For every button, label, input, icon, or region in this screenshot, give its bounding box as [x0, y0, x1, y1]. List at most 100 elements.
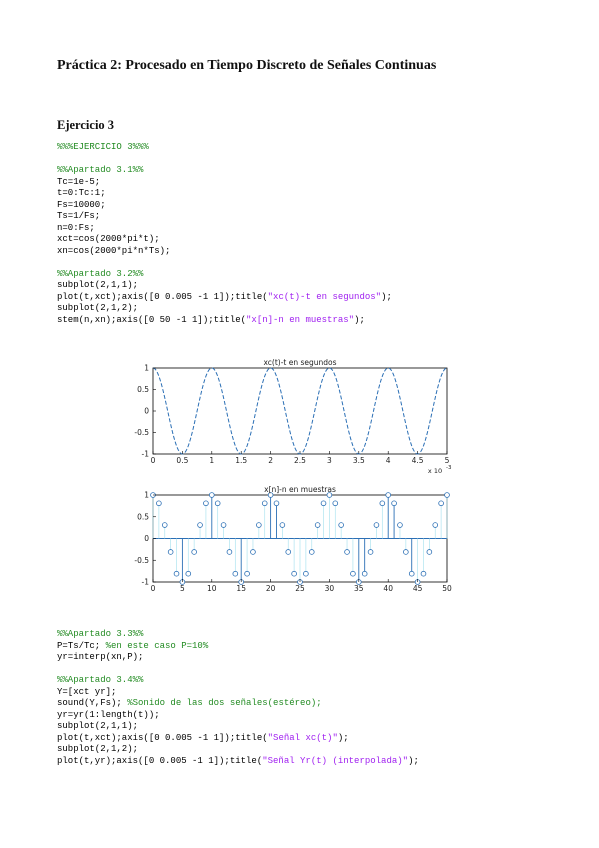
code-text: );: [354, 314, 365, 325]
code-line: subplot(2,1,2);: [57, 744, 419, 756]
document-title: Práctica 2: Procesado en Tiempo Discreto…: [57, 58, 437, 73]
stem-marker: [432, 522, 439, 528]
stem-marker: [426, 549, 433, 555]
y-tick-label: 1: [144, 364, 149, 373]
x-tick-label: 1: [209, 456, 214, 465]
code-text: sound(Y,Fs);: [57, 698, 128, 708]
stem-marker: [273, 500, 280, 507]
figure-svg: 0 0.5 1 1.5 2 2.5 3 3.5 4 4.5 5 1 0.5 0 -0.5 -1 xc(t)-t …: [134, 358, 452, 593]
x-tick-label: 35: [354, 584, 364, 593]
y-tick-label: -0.5: [134, 428, 149, 437]
stem-marker: [420, 570, 427, 577]
code-line: plot(t,xct);axis([0 0.005 -1 1]);title("…: [57, 733, 419, 745]
code-line: P=Ts/Tc; %en este caso P=10%: [57, 641, 419, 653]
stem-marker: [161, 522, 168, 528]
x-tick-label: 2.5: [294, 456, 306, 465]
code-string: "x[n]-n en muestras": [246, 314, 355, 325]
code-line: Tc=1e-5;: [57, 177, 392, 189]
y-tick-label: -1: [142, 450, 150, 459]
stem-marker: [173, 570, 180, 577]
stem-marker: [279, 522, 286, 528]
x-tick-label: 30: [325, 584, 335, 593]
code-line: %%Apartado 3.2%%: [57, 269, 392, 281]
stem-marker: [332, 500, 339, 507]
y-tick-label: 0: [144, 534, 149, 543]
stem-marker: [209, 492, 215, 498]
code-line: Ts=1/Fs;: [57, 211, 392, 223]
code-line: subplot(2,1,1);: [57, 280, 392, 292]
stem-marker: [250, 549, 256, 555]
x-tick-label: 4.5: [412, 456, 424, 465]
y-tick-label: -1: [142, 578, 150, 587]
plot-title: xc(t)-t en segundos: [263, 358, 336, 367]
code-text: yr=yr(1:length(t));: [57, 709, 160, 720]
code-text: xct=cos(2000*pi*t);: [57, 234, 160, 244]
code-text: Y=[xct yr];: [57, 686, 117, 697]
stem-marker: [438, 500, 444, 507]
code-comment: %%%EJERCICIO 3%%%: [57, 142, 149, 152]
x-tick-label: 0: [151, 584, 156, 593]
x-tick-label: 1.5: [235, 456, 247, 465]
stem-marker: [191, 549, 197, 555]
stem-marker: [408, 570, 415, 577]
stem-marker: [232, 570, 239, 577]
code-line: xct=cos(2000*pi*t);: [57, 234, 392, 246]
stem-marker: [308, 549, 315, 555]
code-text: xn=cos(2000*pi*n*Ts);: [57, 245, 171, 256]
code-comment: %en este caso P=10%: [105, 640, 209, 651]
matlab-figure: 0 0.5 1 1.5 2 2.5 3 3.5 4 4.5 5 1 0.5 0 -0.5 -1 xc(t)-t …: [118, 350, 463, 602]
x-tick-label: 2: [268, 456, 273, 465]
x-tick-label: 25: [295, 584, 305, 593]
code-line: %%Apartado 3.3%%: [57, 629, 419, 641]
code-text: subplot(2,1,1);: [57, 721, 139, 731]
code-line: xn=cos(2000*pi*n*Ts);: [57, 246, 392, 258]
code-line: subplot(2,1,2);: [57, 303, 392, 315]
x-tick-label: 20: [266, 584, 276, 593]
stem-marker: [285, 549, 292, 555]
stem-marker: [391, 500, 397, 507]
code-text: );: [337, 732, 349, 743]
code-text: subplot(2,1,2);: [57, 744, 139, 754]
y-tick-label: 1: [144, 491, 149, 500]
code-text: );: [408, 755, 419, 766]
stem-marker: [220, 522, 227, 528]
x-tick-label: 3: [327, 456, 332, 465]
x-tick-label: 0: [151, 456, 156, 465]
code-string: "Señal Yr(t) (interpolada)": [262, 755, 409, 766]
code-line: %%%EJERCICIO 3%%%: [57, 142, 392, 154]
stem-marker: [291, 570, 297, 577]
stem-marker: [226, 549, 233, 555]
stem-marker: [203, 500, 209, 507]
code-comment: %%Apartado 3.2%%: [57, 268, 144, 279]
stem-marker: [314, 522, 321, 528]
plot-title: x[n]-n en muestras: [264, 485, 336, 494]
stem-marker: [156, 500, 162, 507]
y-tick-label: 0.5: [137, 385, 149, 394]
code-text: n=0:Fs;: [57, 222, 95, 233]
code-line: %%Apartado 3.1%%: [57, 165, 392, 177]
x-tick-label: 50: [442, 584, 452, 593]
y-tick-label: 0.5: [137, 512, 149, 521]
stem-marker: [385, 492, 392, 498]
code-line: n=0:Fs;: [57, 223, 392, 235]
stem-marker: [403, 549, 409, 555]
code-line: Y=[xct yr];: [57, 687, 419, 699]
stem-marker: [344, 549, 350, 555]
stem-marker: [338, 522, 344, 528]
code-line: %%Apartado 3.4%%: [57, 675, 419, 687]
code-text: subplot(2,1,2);: [57, 303, 139, 313]
code-text: stem(n,xn);axis([0 50 -1 1]);title(: [57, 314, 247, 325]
x-tick-label: 0.5: [176, 456, 188, 465]
stem-marker: [373, 522, 380, 528]
stem-marker: [197, 522, 203, 528]
y-tick-label: -0.5: [134, 556, 149, 565]
stem-marker: [256, 522, 262, 528]
stem-marker: [303, 570, 309, 577]
code-text: plot(t,xct);axis([0 0.005 -1 1]);title(: [57, 732, 268, 743]
x-exponent-label: x 10: [428, 467, 442, 475]
stem-marker: [350, 570, 356, 577]
x-tick-label: 10: [207, 584, 217, 593]
